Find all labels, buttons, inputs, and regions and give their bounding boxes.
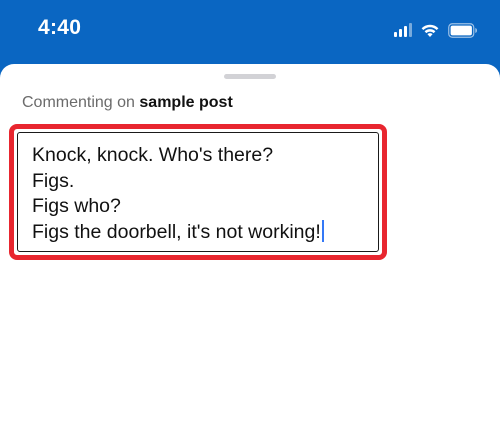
post-name[interactable]: sample post	[139, 94, 232, 111]
comment-line-3: Figs who?	[32, 195, 121, 217]
status-bar: 4:40	[0, 0, 500, 64]
comment-line-2: Figs.	[32, 169, 75, 192]
commenting-on-label: Commenting on sample post	[22, 94, 233, 112]
sheet-grabber-handle[interactable]	[224, 74, 276, 79]
comment-line-4: Figs the doorbell, it's not working!	[32, 220, 321, 243]
context-prefix: Commenting on	[22, 94, 135, 111]
comment-input[interactable]: Knock, knock. Who's there? Figs. Figs wh…	[17, 132, 379, 252]
wifi-icon	[420, 23, 440, 38]
status-icons	[394, 20, 478, 40]
cellular-signal-icon	[394, 23, 412, 37]
comment-line-1: Knock, knock. Who's there?	[32, 144, 274, 166]
battery-icon	[448, 22, 478, 38]
status-time: 4:40	[38, 16, 82, 39]
comment-text[interactable]: Knock, knock. Who's there? Figs. Figs wh…	[32, 143, 324, 245]
text-caret	[321, 219, 324, 242]
comment-sheet: Commenting on sample post Knock, knock. …	[0, 64, 500, 424]
comment-highlight-box: Knock, knock. Who's there? Figs. Figs wh…	[9, 124, 387, 260]
